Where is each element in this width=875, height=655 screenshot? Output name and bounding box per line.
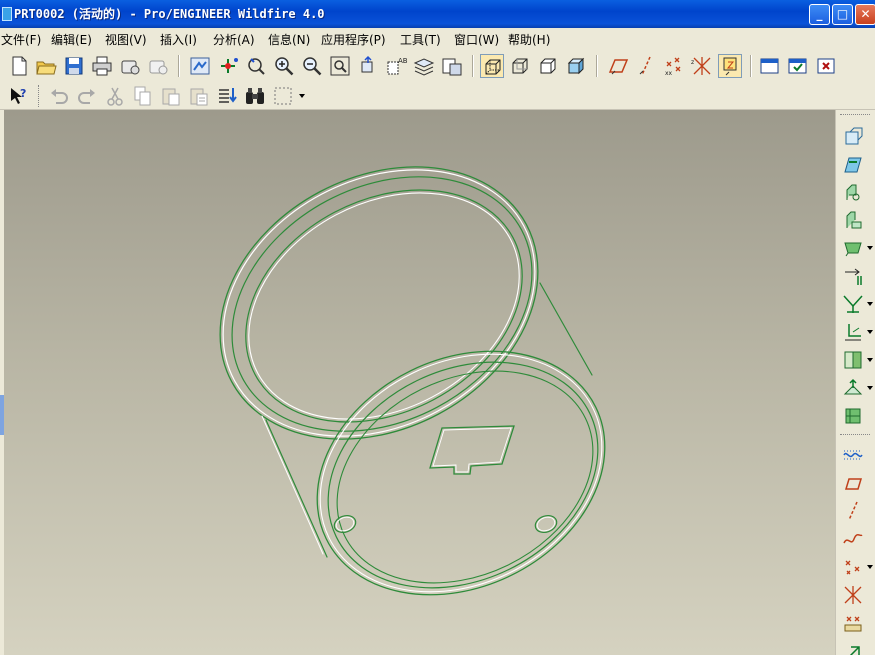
menu-edit[interactable]: 编辑(E) — [51, 31, 92, 48]
trim-dropdown[interactable] — [867, 386, 873, 390]
menu-analysis[interactable]: 分析(A) — [213, 31, 255, 48]
new-file-icon[interactable] — [7, 54, 31, 78]
feature-toolbar — [835, 110, 875, 655]
extrude-icon[interactable] — [841, 443, 865, 467]
datum-planes-icon[interactable] — [606, 54, 630, 78]
toolbar-separator — [472, 55, 474, 77]
datum-axis-icon[interactable] — [841, 527, 865, 551]
shell-icon[interactable] — [841, 152, 865, 176]
pro-engineer-window: PRT0002 (活动的) - Pro/ENGINEER Wildfire 4.… — [0, 0, 875, 655]
menu-insert[interactable]: 插入(I) — [160, 31, 197, 48]
svg-text:xx: xx — [665, 70, 673, 77]
undo-icon[interactable] — [47, 84, 71, 108]
open-folder-icon[interactable] — [34, 54, 58, 78]
svg-text:z: z — [691, 59, 694, 66]
view-manager-icon[interactable] — [440, 54, 464, 78]
coordinate-system-icon[interactable] — [841, 611, 865, 635]
analysis-feature-icon[interactable] — [841, 639, 865, 655]
title-bar[interactable]: PRT0002 (活动的) - Pro/ENGINEER Wildfire 4.… — [0, 0, 875, 28]
zoom-out-icon[interactable] — [300, 54, 324, 78]
repaint-icon[interactable] — [188, 54, 212, 78]
mirror-icon[interactable] — [841, 320, 865, 344]
edit-toolbar: ? — [0, 82, 875, 110]
menu-window[interactable]: 窗口(W) — [454, 31, 499, 48]
orient-mode-icon[interactable] — [244, 54, 268, 78]
datum-point-icon[interactable] — [841, 583, 865, 607]
send-mail-options-icon[interactable] — [146, 54, 170, 78]
pattern-dropdown[interactable] — [867, 302, 873, 306]
merge-dropdown[interactable] — [867, 358, 873, 362]
datum-plane-icon[interactable] — [841, 499, 865, 523]
zoom-in-icon[interactable] — [272, 54, 296, 78]
menu-tools[interactable]: 工具(T) — [400, 31, 441, 48]
layers-icon[interactable] — [412, 54, 436, 78]
shaded-icon[interactable] — [564, 54, 588, 78]
activate-window-icon[interactable] — [786, 54, 810, 78]
trim-icon[interactable] — [841, 376, 865, 400]
datum-axes-icon[interactable] — [634, 54, 658, 78]
cut-icon[interactable] — [103, 84, 127, 108]
app-icon[interactable] — [2, 7, 12, 21]
toolbar-grip[interactable] — [840, 114, 870, 116]
menu-applications[interactable]: 应用程序(P) — [321, 31, 386, 48]
window-title: PRT0002 (活动的) - Pro/ENGINEER Wildfire 4.… — [14, 7, 325, 21]
regenerate-icon[interactable] — [215, 84, 239, 108]
window-icon[interactable] — [758, 54, 782, 78]
maximize-button[interactable]: □ — [832, 4, 853, 25]
datum-points-icon[interactable]: xx — [662, 54, 686, 78]
toolbar-separator — [178, 55, 180, 77]
redo-icon[interactable] — [75, 84, 99, 108]
close-window-icon[interactable] — [814, 54, 838, 78]
model-wireframe[interactable] — [4, 110, 835, 655]
toolbar-separator — [840, 434, 870, 436]
mirror-dropdown[interactable] — [867, 330, 873, 334]
rib-icon[interactable] — [841, 180, 865, 204]
pattern-icon[interactable] — [841, 292, 865, 316]
toolbar-grip[interactable] — [38, 85, 41, 107]
save-icon[interactable] — [62, 54, 86, 78]
saved-views-icon[interactable]: AB — [384, 54, 408, 78]
menu-file[interactable]: 文件(F) — [1, 31, 41, 48]
wireframe-icon[interactable] — [480, 54, 504, 78]
find-icon[interactable] — [243, 84, 267, 108]
paste-special-icon[interactable] — [187, 84, 211, 108]
menu-bar: 文件(F) 编辑(E) 视图(V) 插入(I) 分析(A) 信息(N) 应用程序… — [0, 28, 875, 50]
refit-icon[interactable] — [328, 54, 352, 78]
datum-curve-icon[interactable] — [841, 555, 865, 579]
select-box-icon[interactable] — [271, 84, 295, 108]
annotation-display-icon[interactable] — [718, 54, 742, 78]
toolbar-separator — [750, 55, 752, 77]
menu-help[interactable]: 帮助(H) — [508, 31, 550, 48]
draft-icon[interactable] — [841, 208, 865, 232]
coordinate-systems-icon[interactable]: z — [690, 54, 714, 78]
context-help-icon[interactable]: ? — [7, 84, 31, 108]
copy-icon[interactable] — [131, 84, 155, 108]
menu-info[interactable]: 信息(N) — [268, 31, 310, 48]
send-mail-icon[interactable] — [118, 54, 142, 78]
datum-point-dropdown[interactable] — [867, 565, 873, 569]
reorient-icon[interactable] — [356, 54, 380, 78]
round-dropdown[interactable] — [867, 246, 873, 250]
graphics-window[interactable] — [4, 110, 835, 655]
sketch-icon[interactable] — [841, 471, 865, 495]
offset-icon[interactable] — [841, 404, 865, 428]
paste-icon[interactable] — [159, 84, 183, 108]
round-icon[interactable] — [841, 236, 865, 260]
print-icon[interactable] — [90, 54, 114, 78]
select-box-dropdown[interactable] — [299, 94, 305, 98]
close-button[interactable]: ✕ — [855, 4, 875, 25]
main-toolbar: AB xx z — [0, 50, 875, 82]
menu-view[interactable]: 视图(V) — [105, 31, 147, 48]
no-hidden-icon[interactable] — [536, 54, 560, 78]
toolbar-separator — [596, 55, 598, 77]
merge-icon[interactable] — [841, 348, 865, 372]
minimize-button[interactable]: _ — [809, 4, 830, 25]
svg-text:?: ? — [20, 87, 26, 100]
svg-text:AB: AB — [398, 57, 408, 65]
chamfer-icon[interactable] — [841, 264, 865, 288]
hole-icon[interactable] — [841, 124, 865, 148]
hidden-line-icon[interactable] — [508, 54, 532, 78]
spin-center-icon[interactable] — [216, 54, 240, 78]
